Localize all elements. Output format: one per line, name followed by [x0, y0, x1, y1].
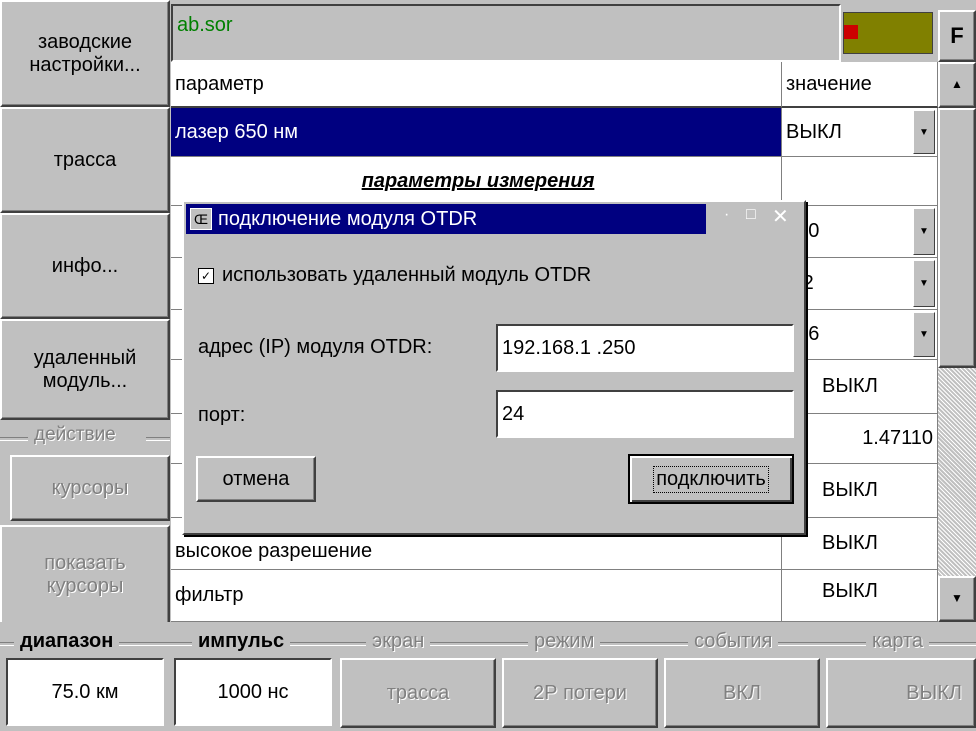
column-header-parameter-label: параметр [175, 72, 264, 95]
row-value: ВЫКЛ [822, 580, 878, 602]
maximize-icon[interactable]: □ [746, 206, 756, 224]
section-header: параметры измерения [171, 157, 782, 206]
checkbox-label: использовать удаленный модуль OTDR [222, 264, 592, 286]
cursors-button[interactable]: курсоры [10, 455, 170, 521]
scroll-up-button[interactable]: ▲ [938, 62, 976, 108]
chevron-down-icon[interactable]: ▼ [913, 260, 935, 307]
trace-button[interactable]: трасса [0, 107, 170, 213]
info-button[interactable]: инфо... [0, 213, 170, 319]
pulse-value-field[interactable]: 1000 нс [174, 658, 332, 726]
checkbox-icon[interactable]: ✓ [198, 267, 214, 284]
pulse-value: 1000 нс [217, 680, 289, 703]
filename-field: ab.sor [171, 4, 841, 62]
port-label: порт: [198, 404, 246, 426]
close-icon[interactable]: ✕ [772, 204, 789, 229]
map-label: карта [866, 630, 930, 653]
column-header-parameter[interactable]: параметр [171, 62, 782, 108]
row-value: ВЫКЛ [822, 479, 878, 501]
range-line [0, 642, 976, 646]
factory-settings-button[interactable]: заводские настройки... [0, 0, 170, 107]
dialog-title: подключение модуля OTDR [218, 207, 478, 230]
section-header-value [782, 157, 938, 206]
cancel-button[interactable]: отмена [196, 456, 316, 502]
row-param-label: высокое разрешение [175, 540, 373, 562]
action-group-line-right [146, 437, 170, 441]
screen-label: экран [366, 630, 431, 653]
table-row-value[interactable]: ВЫКЛ [782, 570, 938, 622]
status-indicator [843, 12, 933, 54]
arrow-up-icon: ▲ [951, 77, 963, 92]
scroll-down-button[interactable]: ▼ [938, 576, 976, 622]
app-icon: Œ [190, 208, 212, 230]
cancel-label: отмена [222, 467, 290, 490]
action-group-label: действие [34, 424, 116, 445]
connect-dialog: Œ подключение модуля OTDR · □ ✕ ✓ исполь… [182, 200, 806, 535]
row-param-label: лазер 650 нм [175, 120, 299, 143]
map-value: ВЫКЛ [906, 681, 962, 704]
chevron-down-icon[interactable]: ▼ [913, 312, 935, 357]
trace-label: трасса [53, 148, 117, 171]
connect-button[interactable]: подключить [628, 454, 794, 504]
remote-module-button[interactable]: удаленный модуль... [0, 319, 170, 420]
info-label: инфо... [51, 254, 119, 277]
action-group-line-left [0, 437, 28, 441]
bottom-bar: диапазон импульс экран режим события кар… [0, 622, 976, 731]
row-value: ВЫКЛ [822, 532, 878, 554]
scroll-thumb[interactable] [938, 108, 976, 368]
row-value: ВЫКЛ [786, 120, 842, 143]
row-value: 1.47110 [862, 427, 933, 449]
range-value: 75.0 км [51, 680, 119, 703]
pulse-label: импульс [192, 630, 291, 653]
ip-label: адрес (IP) модуля OTDR: [198, 336, 433, 358]
f-button[interactable]: F [938, 10, 976, 62]
value-combo[interactable]: ВЫКЛ ▼ [782, 108, 938, 157]
cursors-label: курсоры [51, 476, 129, 499]
filename: ab.sor [177, 14, 233, 36]
scroll-track[interactable] [938, 368, 976, 576]
dialog-title-bar[interactable]: Œ подключение модуля OTDR · □ ✕ [186, 204, 800, 234]
events-label: события [688, 630, 779, 653]
indicator-red-mark [844, 25, 858, 39]
show-cursors-label: показать курсоры [44, 552, 126, 597]
remote-module-label: удаленный модуль... [33, 346, 137, 392]
mode-value: 2Р потери [533, 681, 627, 704]
remote-module-checkbox[interactable]: ✓ использовать удаленный модуль OTDR [198, 264, 591, 287]
row-value: ВЫКЛ [822, 375, 878, 397]
vertical-scrollbar[interactable]: ▲ ▼ [938, 62, 976, 622]
port-value: 24 [502, 402, 525, 425]
table-row-param[interactable]: лазер 650 нм [171, 108, 782, 157]
range-value-field[interactable]: 75.0 км [6, 658, 164, 726]
chevron-down-icon[interactable]: ▼ [913, 208, 935, 255]
events-button[interactable]: ВКЛ [664, 658, 820, 728]
table-row-param[interactable]: фильтр [171, 570, 782, 622]
column-header-value-label: значение [786, 72, 872, 95]
minimize-icon[interactable]: · [724, 206, 729, 224]
mode-button[interactable]: 2Р потери [502, 658, 658, 728]
ip-address-field[interactable]: 192.168.1 .250 [496, 324, 794, 372]
column-header-value[interactable]: значение [782, 62, 938, 108]
events-value: ВКЛ [722, 681, 762, 704]
show-cursors-button[interactable]: показать курсоры [0, 525, 170, 625]
connect-label: подключить [653, 465, 769, 493]
mode-label: режим [528, 630, 601, 653]
ip-address-value: 192.168.1 .250 [502, 336, 636, 359]
f-button-label: F [950, 23, 964, 49]
arrow-down-icon: ▼ [951, 591, 963, 606]
section-header-label: параметры измерения [361, 169, 595, 192]
screen-value: трасса [386, 681, 450, 704]
row-param-label: фильтр [175, 584, 244, 606]
range-label: диапазон [14, 630, 120, 653]
chevron-down-icon[interactable]: ▼ [913, 110, 935, 154]
port-field[interactable]: 24 [496, 390, 794, 438]
map-button[interactable]: ВЫКЛ [826, 658, 976, 728]
screen-button[interactable]: трасса [340, 658, 496, 728]
factory-settings-label: заводские настройки... [29, 30, 141, 76]
